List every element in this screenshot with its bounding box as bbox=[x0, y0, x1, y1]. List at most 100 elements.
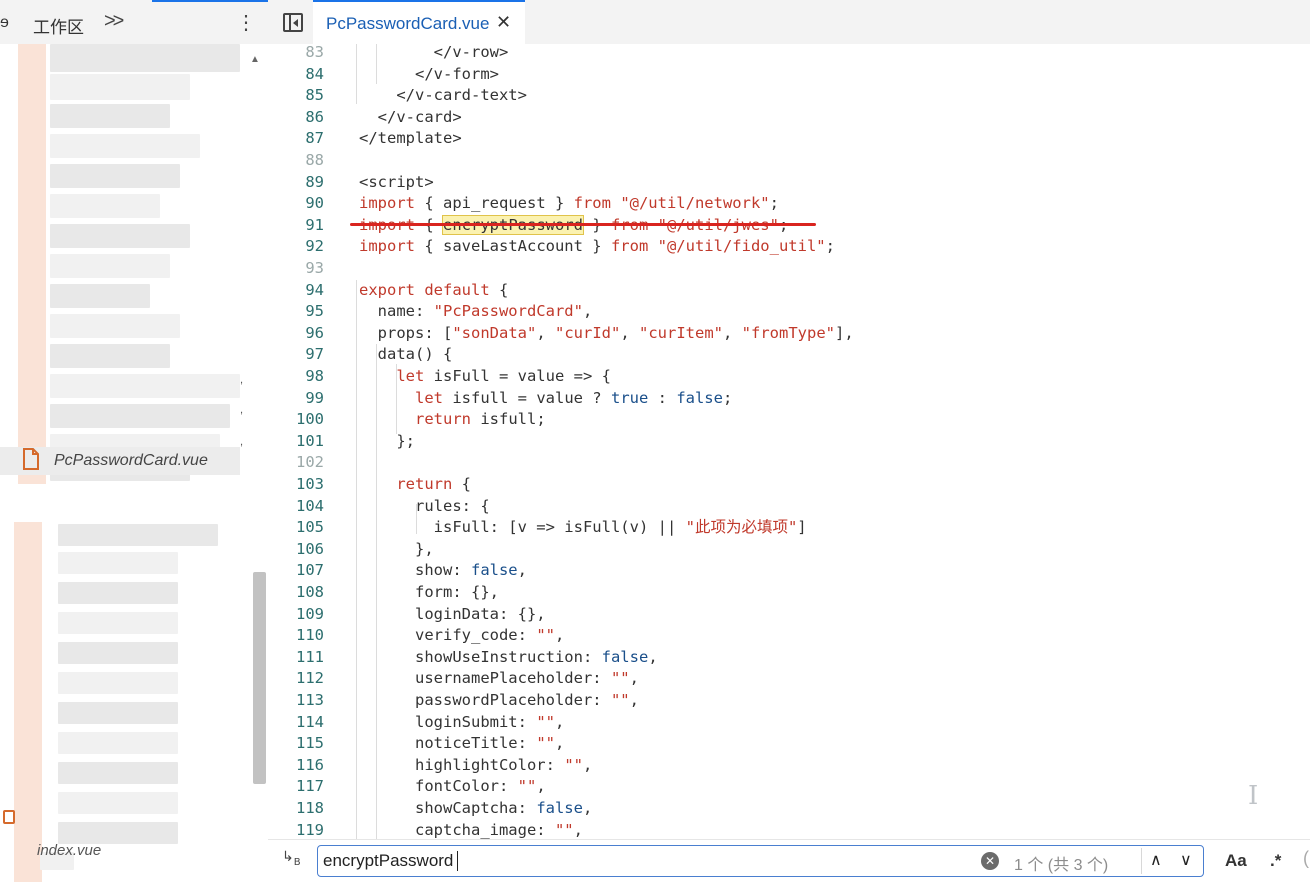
redacted-row bbox=[50, 404, 230, 428]
code-text[interactable]: </v-card> bbox=[359, 106, 462, 128]
line-number: 89 bbox=[305, 172, 324, 191]
code-text[interactable]: form: {}, bbox=[359, 581, 499, 603]
code-text[interactable]: </v-form> bbox=[359, 63, 499, 85]
match-count: 1 个 (共 3 个) bbox=[1014, 857, 1109, 874]
code-text[interactable]: </template> bbox=[359, 127, 462, 149]
code-line[interactable]: 87 </template> bbox=[268, 127, 1310, 149]
code-text[interactable]: props: ["sonData", "curId", "curItem", "… bbox=[359, 322, 854, 344]
previous-match-icon[interactable]: ∧ bbox=[1150, 850, 1162, 870]
scroll-up-arrow-icon[interactable]: ▲ bbox=[250, 54, 260, 65]
code-text[interactable]: noticeTitle: "", bbox=[359, 732, 564, 754]
code-line[interactable]: 111 showUseInstruction: false, bbox=[268, 646, 1310, 668]
match-case-button[interactable]: Aa bbox=[1225, 851, 1247, 871]
search-input-value[interactable]: encryptPassword bbox=[323, 851, 453, 871]
close-icon[interactable]: ✕ bbox=[496, 12, 511, 33]
line-number: 98 bbox=[305, 367, 324, 385]
code-text[interactable]: name: "PcPasswordCard", bbox=[359, 300, 593, 322]
code-text[interactable]: show: false, bbox=[359, 559, 527, 581]
code-line[interactable]: 93 bbox=[268, 257, 1310, 279]
code-line[interactable]: 89 <script> bbox=[268, 171, 1310, 193]
code-line[interactable]: 105 isFull: [v => isFull(v) || "此项为必填项"] bbox=[268, 516, 1310, 538]
code-line[interactable]: 115 noticeTitle: "", bbox=[268, 732, 1310, 754]
code-line[interactable]: 96 props: ["sonData", "curId", "curItem"… bbox=[268, 322, 1310, 344]
code-text[interactable]: verify_code: "", bbox=[359, 624, 564, 646]
code-text[interactable]: import { api_request } from "@/util/netw… bbox=[359, 192, 779, 214]
code-text[interactable]: rules: { bbox=[359, 495, 490, 517]
code-text[interactable]: data() { bbox=[359, 343, 453, 365]
toggle-sidebar-icon[interactable] bbox=[283, 13, 303, 32]
code-text[interactable]: fontColor: "", bbox=[359, 775, 546, 797]
code-text[interactable]: showCaptcha: false, bbox=[359, 797, 592, 819]
code-line[interactable]: 119 captcha_image: "", bbox=[268, 819, 1310, 839]
code-text[interactable]: import { saveLastAccount } from "@/util/… bbox=[359, 235, 835, 257]
code-text[interactable]: loginData: {}, bbox=[359, 603, 546, 625]
sidebar-header: ɘ 工作区 >> ⋮ bbox=[0, 0, 268, 44]
code-editor[interactable]: 83 </v-row> 84 </v-form> 85 </v-card-text>… bbox=[268, 44, 1310, 839]
code-text[interactable]: }, bbox=[359, 538, 434, 560]
line-number: 87 bbox=[305, 129, 324, 148]
line-number: 88 bbox=[305, 151, 324, 169]
regex-button[interactable]: .* bbox=[1270, 851, 1281, 871]
code-line[interactable]: 116 highlightColor: "", bbox=[268, 754, 1310, 776]
code-line[interactable]: 84 </v-form> bbox=[268, 63, 1310, 85]
code-line[interactable]: 101 }; bbox=[268, 430, 1310, 452]
code-line[interactable]: 114 loginSubmit: "", bbox=[268, 711, 1310, 733]
code-line[interactable]: 86 </v-card> bbox=[268, 106, 1310, 128]
text-caret bbox=[457, 851, 458, 871]
code-text[interactable]: showUseInstruction: false, bbox=[359, 646, 658, 668]
code-line[interactable]: 118 showCaptcha: false, bbox=[268, 797, 1310, 819]
code-line[interactable]: 104 rules: { bbox=[268, 495, 1310, 517]
tree-item-label[interactable]: PcPasswordCard.vue bbox=[54, 452, 208, 470]
code-line[interactable]: 99 let isfull = value ? true : false; bbox=[268, 387, 1310, 409]
code-line[interactable]: 92 import { saveLastAccount } from "@/uti… bbox=[268, 235, 1310, 257]
code-text[interactable]: loginSubmit: "", bbox=[359, 711, 564, 733]
line-number: 106 bbox=[296, 539, 324, 558]
code-line[interactable]: 95 name: "PcPasswordCard", bbox=[268, 300, 1310, 322]
code-line[interactable]: 88 bbox=[268, 149, 1310, 171]
more-actions-icon[interactable]: ⋮ bbox=[236, 10, 256, 35]
code-text[interactable]: }; bbox=[359, 430, 415, 452]
tab-title[interactable]: PcPasswordCard.vue bbox=[326, 14, 489, 34]
tree-item-label[interactable]: index.vue bbox=[37, 842, 101, 859]
code-line[interactable]: 110 verify_code: "", bbox=[268, 624, 1310, 646]
code-text[interactable]: let isfull = value ? true : false; bbox=[359, 387, 732, 409]
next-match-icon[interactable]: ∨ bbox=[1180, 850, 1192, 870]
code-text[interactable]: </v-card-text> bbox=[359, 84, 527, 106]
code-line[interactable]: 83 </v-row> bbox=[268, 44, 1310, 63]
code-line[interactable]: 109 loginData: {}, bbox=[268, 603, 1310, 625]
code-line[interactable]: 102 bbox=[268, 451, 1310, 473]
code-line[interactable]: 106 }, bbox=[268, 538, 1310, 560]
truncation-mark: , bbox=[240, 404, 244, 416]
code-line[interactable]: 94 export default { bbox=[268, 279, 1310, 301]
scrollbar-thumb[interactable] bbox=[253, 572, 266, 784]
code-line[interactable]: 117 fontColor: "", bbox=[268, 775, 1310, 797]
code-line[interactable]: 103 return { bbox=[268, 473, 1310, 495]
code-line[interactable]: 98 let isFull = value => { bbox=[268, 365, 1310, 387]
line-number: 113 bbox=[296, 691, 324, 709]
code-text[interactable]: captcha_image: "", bbox=[359, 819, 583, 839]
code-line[interactable]: 85 </v-card-text> bbox=[268, 84, 1310, 106]
expand-chevrons-icon[interactable]: >> bbox=[104, 10, 124, 33]
code-line[interactable]: 113 passwordPlaceholder: "", bbox=[268, 689, 1310, 711]
code-text[interactable]: highlightColor: "", bbox=[359, 754, 592, 776]
code-text[interactable]: passwordPlaceholder: "", bbox=[359, 689, 639, 711]
clear-search-icon[interactable]: ✕ bbox=[981, 852, 999, 870]
code-line[interactable]: 107 show: false, bbox=[268, 559, 1310, 581]
code-line[interactable]: 112 usernamePlaceholder: "", bbox=[268, 667, 1310, 689]
code-line[interactable]: 97 data() { bbox=[268, 343, 1310, 365]
code-text[interactable]: isFull: [v => isFull(v) || "此项为必填项"] bbox=[359, 516, 807, 538]
code-text[interactable]: <script> bbox=[359, 171, 434, 193]
replace-toggle-icon[interactable]: ↳B bbox=[282, 849, 301, 868]
code-line[interactable]: 100 return isfull; bbox=[268, 408, 1310, 430]
line-number: 116 bbox=[296, 755, 324, 774]
code-text[interactable]: return isfull; bbox=[359, 408, 546, 430]
code-text[interactable]: </v-row> bbox=[359, 44, 509, 63]
code-line[interactable]: 90 import { api_request } from "@/util/ne… bbox=[268, 192, 1310, 214]
line-number: 94 bbox=[305, 280, 324, 299]
code-text[interactable]: export default { bbox=[359, 279, 508, 301]
line-number: 86 bbox=[305, 107, 324, 126]
code-line[interactable]: 108 form: {}, bbox=[268, 581, 1310, 603]
redacted-row bbox=[58, 612, 178, 634]
code-text[interactable]: usernamePlaceholder: "", bbox=[359, 667, 639, 689]
redacted-row bbox=[58, 552, 178, 574]
